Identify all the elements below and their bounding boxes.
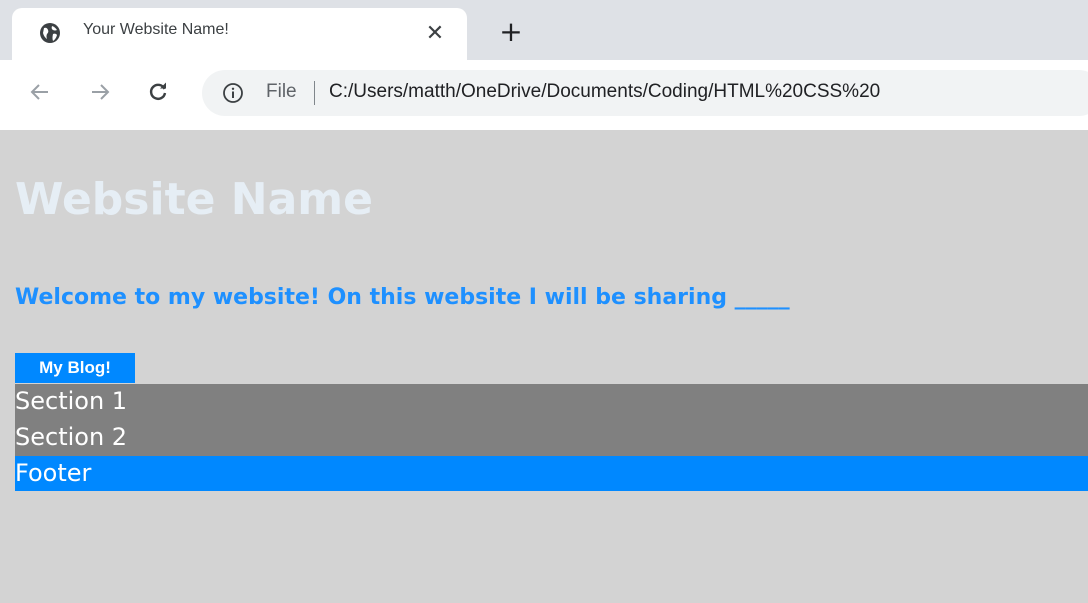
footer: Footer: [15, 456, 1088, 491]
welcome-text: Welcome to my website! On this website I…: [15, 285, 790, 310]
my-blog-button[interactable]: My Blog!: [15, 353, 135, 383]
browser-chrome: Your Website Name! ✕ + File C:/Users/mat…: [0, 0, 1088, 130]
info-icon[interactable]: [222, 82, 244, 104]
section-2: Section 2: [15, 420, 1088, 456]
browser-toolbar: File C:/Users/matth/OneDrive/Documents/C…: [0, 60, 1088, 130]
url-text[interactable]: C:/Users/matth/OneDrive/Documents/Coding…: [329, 81, 880, 103]
back-arrow-icon: [30, 84, 48, 100]
new-tab-button[interactable]: +: [494, 14, 528, 48]
tab-title: Your Website Name!: [83, 21, 229, 38]
page-title: Website Name: [15, 174, 373, 225]
forward-button[interactable]: [82, 74, 118, 110]
omnibox-divider: [314, 81, 315, 105]
forward-arrow-icon: [92, 84, 110, 100]
scheme-label: File: [266, 81, 297, 102]
address-bar[interactable]: File C:/Users/matth/OneDrive/Documents/C…: [202, 70, 1088, 116]
globe-icon: [39, 22, 61, 44]
reload-icon: [149, 82, 167, 100]
close-tab-button[interactable]: ✕: [420, 18, 450, 48]
browser-tab[interactable]: Your Website Name! ✕: [12, 8, 467, 60]
back-button[interactable]: [22, 74, 58, 110]
section-1: Section 1: [15, 384, 1088, 420]
reload-button[interactable]: [140, 74, 176, 110]
